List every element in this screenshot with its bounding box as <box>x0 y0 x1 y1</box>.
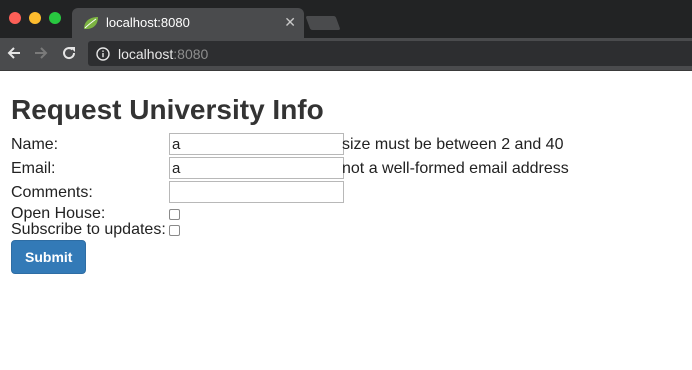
browser-tab[interactable]: localhost:8080 ✕ <box>72 8 304 38</box>
minimize-window-button[interactable] <box>29 12 41 24</box>
name-input[interactable] <box>169 133 344 155</box>
email-error: not a well-formed email address <box>342 160 569 177</box>
name-label: Name: <box>11 136 59 153</box>
subscribe-label: Subscribe to updates: <box>11 221 166 238</box>
open-house-checkbox[interactable] <box>169 209 180 220</box>
name-row: Name: size must be between 2 and 40 <box>11 133 681 157</box>
close-window-button[interactable] <box>9 12 21 24</box>
reload-icon <box>63 47 76 60</box>
comments-label: Comments: <box>11 184 93 201</box>
spring-leaf-icon <box>84 17 98 29</box>
back-button[interactable] <box>3 42 25 64</box>
forward-arrow-icon <box>35 47 48 59</box>
page-content: Request University Info Name: size must … <box>0 71 692 274</box>
new-tab-button[interactable] <box>305 16 341 30</box>
back-arrow-icon <box>7 47 20 59</box>
subscribe-checkbox[interactable] <box>169 225 180 236</box>
comments-input[interactable] <box>169 181 344 203</box>
close-tab-icon[interactable]: ✕ <box>284 14 296 31</box>
subscribe-row: Subscribe to updates: <box>11 221 681 238</box>
email-row: Email: not a well-formed email address <box>11 157 681 181</box>
tab-title: localhost:8080 <box>106 15 190 30</box>
forward-button[interactable] <box>30 42 52 64</box>
page-title: Request University Info <box>11 94 324 125</box>
submit-button[interactable]: Submit <box>11 240 87 274</box>
address-bar[interactable]: localhost:8080 <box>88 41 692 66</box>
url-text: localhost:8080 <box>118 46 208 62</box>
name-error: size must be between 2 and 40 <box>342 136 564 153</box>
window-controls <box>9 12 61 24</box>
url-host: localhost <box>118 45 174 62</box>
open-house-row: Open House: <box>11 205 681 222</box>
comments-row: Comments: <box>11 181 681 205</box>
email-input[interactable] <box>169 157 344 179</box>
email-label: Email: <box>11 160 56 177</box>
reload-button[interactable] <box>58 42 80 64</box>
browser-tab-bar: localhost:8080 ✕ <box>0 0 692 38</box>
info-icon[interactable] <box>96 46 110 61</box>
browser-toolbar: localhost:8080 <box>0 38 692 71</box>
maximize-window-button[interactable] <box>49 12 61 24</box>
url-port: :8080 <box>173 45 209 62</box>
